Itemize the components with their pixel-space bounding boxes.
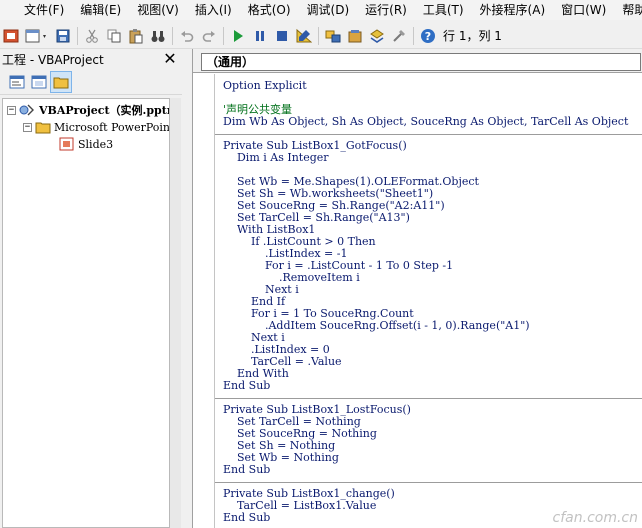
procedure-separator: [215, 134, 642, 135]
slide-icon: [59, 137, 74, 151]
undo-icon: [181, 30, 194, 42]
view-object-button[interactable]: [28, 71, 50, 93]
design-mode-icon: [296, 28, 312, 42]
reset-button[interactable]: [271, 25, 293, 47]
scissors-icon: [86, 29, 98, 43]
save-button[interactable]: [52, 25, 74, 47]
toolbar-separator: [77, 26, 78, 45]
code-editor[interactable]: Option Explicit '声明公共变量 Dim Wb As Object, …: [215, 74, 642, 528]
tree-node-powerpoint-objects[interactable]: − Microsoft PowerPoint 对象: [23, 119, 170, 135]
toolbar-separator: [223, 26, 224, 45]
code-margin-indicator-bar[interactable]: [193, 74, 215, 528]
vbaproject-icon: [19, 104, 34, 116]
code-line[interactable]: Dim Wb As Object, Sh As Object, SouceRng…: [223, 116, 628, 128]
code-line[interactable]: End Sub: [223, 380, 270, 392]
standard-toolbar: ? 行 1，列 1: [0, 23, 642, 49]
folder-icon: [35, 122, 51, 134]
insert-module-icon: [25, 29, 46, 42]
project-explorer: 工程 - VBAProject ✕ − VBAProject（实例.pptm） …: [0, 49, 182, 528]
run-button[interactable]: [227, 25, 249, 47]
paste-button[interactable]: [125, 25, 147, 47]
toolbar-separator: [318, 26, 319, 45]
insert-module-button[interactable]: [22, 25, 52, 47]
cursor-position-status: 行 1，列 1: [443, 29, 502, 43]
redo-button[interactable]: [198, 25, 220, 47]
toolbar-separator: [172, 26, 173, 45]
toolbar-separator: [413, 26, 414, 45]
play-icon: [234, 29, 243, 42]
svg-text:?: ?: [425, 30, 431, 43]
tree-label-vbaproject: VBAProject（实例.pptm）: [39, 104, 169, 117]
project-explorer-title: 工程 - VBAProject: [2, 52, 104, 67]
powerpoint-icon: [3, 29, 19, 42]
view-code-button[interactable]: [6, 71, 28, 93]
menu-view[interactable]: 视图(V): [129, 0, 187, 20]
find-button[interactable]: [147, 25, 169, 47]
collapse-icon[interactable]: −: [7, 105, 16, 115]
menu-addins[interactable]: 外接程序(A): [472, 0, 554, 20]
close-icon[interactable]: ✕: [162, 51, 178, 67]
menu-tools[interactable]: 工具(T): [415, 0, 472, 20]
undo-button[interactable]: [176, 25, 198, 47]
code-line[interactable]: End Sub: [223, 512, 270, 524]
properties-icon: [348, 29, 362, 42]
project-tree-scrollbar[interactable]: [170, 98, 181, 528]
tree-label-slide3: Slide3: [78, 137, 114, 151]
collapse-icon[interactable]: −: [23, 122, 32, 132]
help-button[interactable]: ?: [417, 25, 439, 47]
project-explorer-toolbar: [0, 69, 182, 95]
copy-button[interactable]: [103, 25, 125, 47]
menu-insert[interactable]: 插入(I): [187, 0, 240, 20]
pause-icon: [256, 30, 264, 41]
watermark: cfan.com.cn: [552, 510, 638, 526]
toggle-folders-button[interactable]: [50, 70, 72, 93]
menu-file[interactable]: 文件(F): [16, 0, 72, 20]
project-explorer-titlebar: 工程 - VBAProject ✕: [0, 49, 182, 69]
object-dropdown[interactable]: （通用）: [201, 53, 641, 71]
cut-button[interactable]: [81, 25, 103, 47]
tree-label-powerpoint-objects: Microsoft PowerPoint 对象: [54, 121, 170, 134]
project-tree: − VBAProject（实例.pptm） − Microsoft PowerP…: [2, 98, 170, 528]
project-explorer-icon: [325, 30, 341, 42]
menu-format[interactable]: 格式(O): [240, 0, 299, 20]
binoculars-icon: [151, 30, 165, 42]
copy-icon: [107, 29, 121, 42]
stop-icon: [277, 30, 287, 41]
redo-icon: [202, 30, 215, 42]
project-explorer-button[interactable]: [322, 25, 344, 47]
procedure-separator: [215, 482, 642, 483]
paste-icon: [129, 28, 143, 43]
properties-button[interactable]: [344, 25, 366, 47]
menu-debug[interactable]: 调试(D): [299, 0, 358, 20]
code-window-header: （通用）: [193, 49, 642, 73]
object-browser-button[interactable]: [366, 25, 388, 47]
help-icon: ?: [421, 28, 435, 43]
menu-window[interactable]: 窗口(W): [553, 0, 614, 20]
menu-bar: 文件(F) 编辑(E) 视图(V) 插入(I) 格式(O) 调试(D) 运行(R…: [0, 0, 642, 20]
code-window: （通用） Option Explicit '声明公共变量 Dim Wb As Obj…: [192, 49, 642, 528]
menu-help[interactable]: 帮助: [614, 0, 642, 20]
toolbox-icon: [393, 29, 405, 42]
procedure-separator: [215, 398, 642, 399]
design-mode-button[interactable]: [293, 25, 315, 47]
menu-edit[interactable]: 编辑(E): [72, 0, 129, 20]
folder-icon: [53, 77, 69, 88]
code-line[interactable]: End Sub: [223, 464, 270, 476]
view-object-icon: [31, 75, 47, 88]
tree-node-vbaproject[interactable]: − VBAProject（实例.pptm）: [7, 102, 169, 118]
object-browser-icon: [370, 28, 384, 43]
save-icon: [56, 29, 70, 42]
view-code-icon: [9, 75, 25, 88]
tree-node-slide3[interactable]: Slide3: [59, 136, 113, 152]
toolbox-button[interactable]: [388, 25, 410, 47]
view-powerpoint-button[interactable]: [0, 25, 22, 47]
menu-run[interactable]: 运行(R): [357, 0, 415, 20]
break-button[interactable]: [249, 25, 271, 47]
code-line[interactable]: Dim i As Integer: [223, 152, 329, 164]
code-line[interactable]: Option Explicit: [223, 80, 307, 92]
